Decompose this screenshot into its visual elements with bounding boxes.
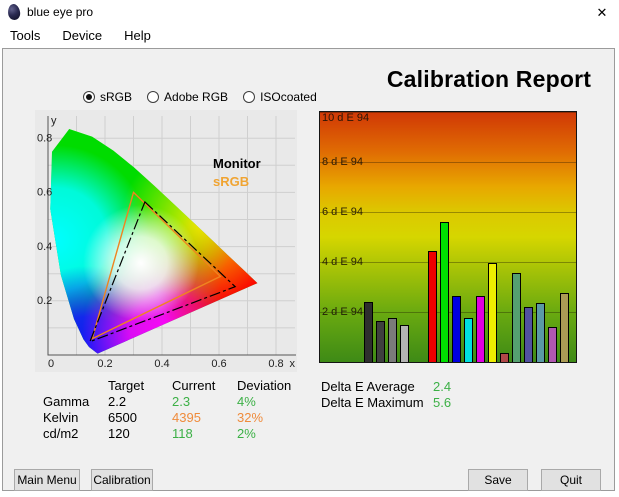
chart-y-label: 4 d E 94 — [322, 256, 363, 268]
delta-e-maximum-row: Delta E Maximum 5.6 — [321, 395, 493, 411]
delta-bar-2 — [388, 318, 397, 362]
delta-bar-14 — [548, 327, 557, 362]
y-tick: 0.6 — [37, 187, 52, 199]
title-bar: blue eye pro ✕ — [0, 0, 619, 24]
y-axis-letter: y — [51, 115, 57, 127]
delta-bar-3 — [400, 325, 409, 363]
x-tick: 0.6 — [211, 358, 226, 370]
delta-bars: 10 d E 94 8 d E 94 6 d E 94 4 d E 94 2 d E 9… — [320, 112, 576, 362]
header-deviation: Deviation — [237, 378, 307, 394]
delta-bar-11 — [512, 273, 521, 362]
delta-bar-4 — [428, 251, 437, 362]
x-axis-letter: x — [290, 358, 296, 370]
delta-bar-12 — [524, 307, 533, 362]
table-row: Kelvin6500439532% — [43, 410, 307, 426]
radio-isocoated[interactable]: ISOcoated — [243, 90, 317, 104]
deviation-value: 4% — [237, 394, 307, 410]
delta-e-average-row: Delta E Average 2.4 — [321, 379, 493, 395]
target-value: 6500 — [108, 410, 172, 426]
radio-adobe-rgb[interactable]: Adobe RGB — [147, 90, 228, 104]
y-tick: 0.8 — [37, 133, 52, 145]
delta-e-summary: Delta E Average 2.4 Delta E Maximum 5.6 — [321, 379, 493, 411]
deviation-value: 2% — [237, 426, 307, 442]
radio-icon — [83, 91, 95, 103]
cie-diagram: y 0.8 0.6 0.4 0.2 0 0.2 0.4 0.6 0.8 x Mo… — [35, 110, 297, 372]
header-target: Target — [108, 378, 172, 394]
radio-label: sRGB — [100, 90, 132, 104]
app-icon — [7, 3, 21, 21]
chart-y-label: 10 d E 94 — [322, 112, 369, 124]
legend-monitor: Monitor — [213, 156, 261, 171]
header-current: Current — [172, 378, 237, 394]
window-title: blue eye pro — [27, 5, 93, 19]
table-row: Gamma2.22.34% — [43, 394, 307, 410]
chart-y-label: 8 d E 94 — [322, 156, 363, 168]
x-tick: 0.8 — [268, 358, 283, 370]
delta-e-average-label: Delta E Average — [321, 379, 433, 395]
delta-bar-10 — [500, 353, 509, 362]
quit-button[interactable]: Quit — [541, 469, 601, 491]
delta-bar-0 — [364, 302, 373, 362]
menu-help[interactable]: Help — [124, 28, 151, 43]
menu-tools[interactable]: Tools — [10, 28, 40, 43]
delta-bar-15 — [560, 293, 569, 362]
delta-bar-13 — [536, 303, 545, 362]
results-rows: Gamma2.22.34%Kelvin6500439532%cd/m212011… — [43, 394, 307, 442]
table-row: cd/m21201182% — [43, 426, 307, 442]
delta-bar-7 — [464, 318, 473, 362]
calibration-button[interactable]: Calibration — [91, 469, 153, 491]
x-tick: 0.4 — [154, 358, 169, 370]
delta-e-maximum-label: Delta E Maximum — [321, 395, 433, 411]
radio-icon — [147, 91, 159, 103]
target-value: 120 — [108, 426, 172, 442]
x-tick: 0 — [48, 358, 54, 370]
current-value: 4395 — [172, 410, 237, 426]
legend-srgb: sRGB — [213, 174, 249, 189]
delta-bar-8 — [476, 296, 485, 362]
cie-svg: y 0.8 0.6 0.4 0.2 0 0.2 0.4 0.6 0.8 x Mo… — [35, 110, 297, 372]
delta-e-chart: 10 d E 94 8 d E 94 6 d E 94 4 d E 94 2 d E 9… — [319, 111, 577, 363]
profile-radio-group: sRGB Adobe RGB ISOcoated — [83, 90, 317, 104]
chart-y-label: 2 d E 94 — [322, 306, 363, 318]
delta-e-maximum-value: 5.6 — [433, 395, 493, 411]
main-menu-button[interactable]: Main Menu — [14, 469, 80, 491]
radio-srgb[interactable]: sRGB — [83, 90, 132, 104]
radio-icon — [243, 91, 255, 103]
menu-device[interactable]: Device — [62, 28, 102, 43]
menu-bar: Tools Device Help — [0, 24, 619, 47]
delta-bar-1 — [376, 321, 385, 362]
table-header-row: Target Current Deviation — [43, 378, 307, 394]
radio-label: Adobe RGB — [164, 90, 228, 104]
results-table: Target Current Deviation Gamma2.22.34%Ke… — [43, 378, 307, 442]
close-icon[interactable]: ✕ — [592, 3, 612, 22]
metric-label: Kelvin — [43, 410, 108, 426]
y-tick: 0.4 — [37, 241, 52, 253]
current-value: 118 — [172, 426, 237, 442]
metric-label: Gamma — [43, 394, 108, 410]
y-tick: 0.2 — [37, 295, 52, 307]
delta-bar-5 — [440, 222, 449, 362]
deviation-value: 32% — [237, 410, 307, 426]
delta-bar-6 — [452, 296, 461, 362]
radio-label: ISOcoated — [260, 90, 317, 104]
chart-y-label: 6 d E 94 — [322, 206, 363, 218]
x-tick: 0.2 — [97, 358, 112, 370]
header-spacer — [43, 378, 108, 394]
spectral-locus — [35, 110, 297, 372]
page-title: Calibration Report — [372, 66, 606, 93]
save-button[interactable]: Save — [468, 469, 528, 491]
current-value: 2.3 — [172, 394, 237, 410]
target-value: 2.2 — [108, 394, 172, 410]
delta-bar-9 — [488, 263, 497, 362]
metric-label: cd/m2 — [43, 426, 108, 442]
delta-e-average-value: 2.4 — [433, 379, 493, 395]
